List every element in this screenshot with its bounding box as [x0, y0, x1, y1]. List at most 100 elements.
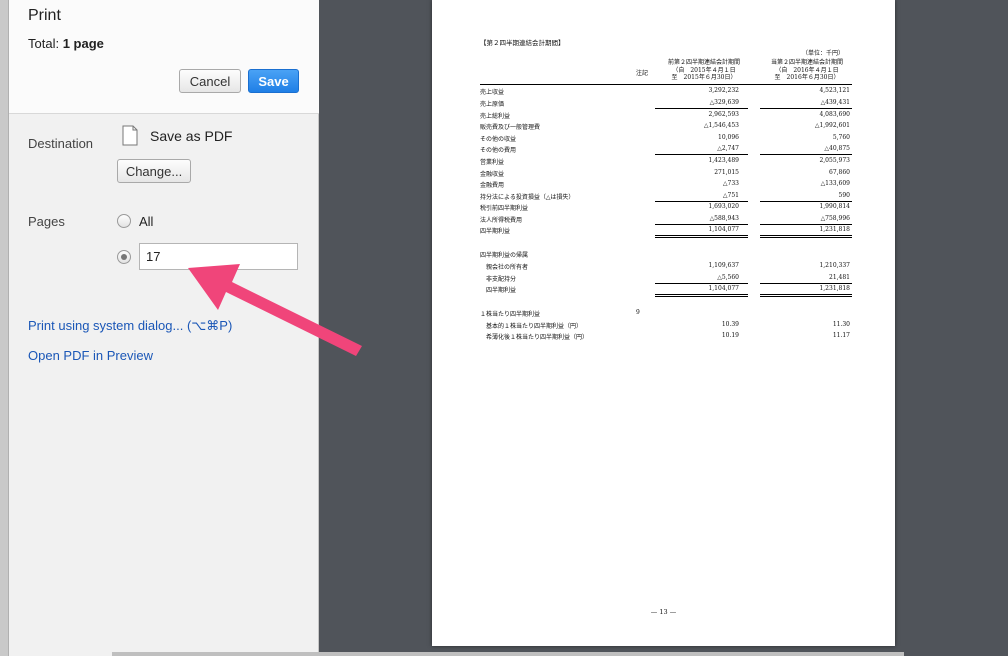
destination-name: Save as PDF [150, 128, 233, 144]
row-prior-value: △329,639 [709, 99, 739, 106]
destination-label: Destination [28, 136, 94, 151]
current-period-title: 当第２四半期連結会計期間 [770, 59, 843, 66]
row-label: 売上原価 [480, 101, 505, 108]
row-prior-value: 1,423,489 [708, 157, 739, 164]
row-prior-value: △588,943 [709, 215, 739, 222]
prior-period-title: 前第２四半期連結会計期間 [667, 59, 740, 66]
window-left-edge [0, 0, 9, 656]
row-label: １株当たり四半期利益 [480, 311, 541, 318]
row-prior-value: △751 [722, 192, 739, 199]
bottom-scrollbar[interactable] [112, 652, 904, 656]
row-label: 売上収益 [480, 89, 505, 96]
row-current-value: 11.17 [832, 332, 850, 339]
row-prior-value: 1,109,637 [708, 262, 739, 269]
total-double-rule [760, 293, 852, 297]
statement-row: 金融収益 271,015 67,860 [480, 167, 852, 179]
statement-row: その他の収益 10,096 5,760 [480, 132, 852, 144]
row-label: その他の収益 [480, 136, 517, 143]
total-prefix: Total: [28, 36, 63, 51]
print-sidebar: Print Total: 1 page Cancel Save Destinat… [9, 0, 319, 656]
row-label: 希薄化後１株当たり四半期利益（円） [480, 334, 589, 341]
prior-period-from: （自 2015年４月１日 [672, 66, 736, 74]
row-prior-value: 1,104,077 [708, 226, 739, 233]
statement-row: 売上総利益 2,962,593 4,083,690 [480, 109, 852, 121]
row-current-value: 1,990,814 [819, 203, 850, 210]
statement-row: 販売費及び一般管理費 △1,546,453 △1,992,601 [480, 120, 852, 132]
total-double-rule [655, 234, 748, 238]
row-label: 営業利益 [480, 159, 505, 166]
row-prior-value: △5,560 [717, 274, 739, 281]
statement-row: １株当たり四半期利益 9 [480, 307, 852, 319]
open-preview-link[interactable]: Open PDF in Preview [28, 348, 153, 363]
print-preview-page: 【第２四半期連結会計期間】 （単位：千円） 注記 前第２四半期連結会計期間 （自… [432, 0, 895, 646]
row-prior-value: 2,962,593 [708, 111, 739, 118]
page-number: — 13 — [650, 608, 677, 616]
total-double-rule [655, 293, 748, 297]
row-current-value: 1,210,337 [819, 262, 850, 269]
row-prior-value: 3,292,232 [708, 87, 739, 94]
total-double-rule [760, 234, 852, 238]
pages-all-label[interactable]: All [139, 214, 153, 229]
row-prior-value: 271,015 [714, 169, 739, 176]
unit-label: （単位：千円） [802, 50, 845, 57]
row-label: 法人所得税費用 [480, 217, 523, 224]
row-current-value: 2,055,973 [819, 157, 850, 164]
row-current-value: 11.30 [832, 321, 850, 328]
statement-row: 持分法による投資損益（△は損失） △751 590 [480, 190, 852, 202]
pages-all-radio[interactable] [117, 214, 131, 228]
statement-row: 非支配持分 △5,560 21,481 [480, 272, 852, 284]
prior-period-to: 至 2015年６月30日） [671, 74, 737, 81]
note-column-header: 注記 [636, 70, 649, 77]
row-label: 四半期利益の帰属 [480, 252, 529, 259]
cancel-button[interactable]: Cancel [179, 69, 241, 93]
row-current-value: 21,481 [829, 274, 850, 281]
statement-row: 税引前四半期利益 1,693,020 1,990,814 [480, 201, 852, 213]
row-label: 売上総利益 [480, 113, 511, 120]
prior-period-header: 前第２四半期連結会計期間 （自 2015年４月１日 至 2015年６月30日） [654, 59, 754, 82]
page-total: Total: 1 page [28, 36, 104, 51]
pages-label: Pages [28, 214, 65, 229]
row-current-value: △133,609 [820, 180, 850, 187]
row-label: 四半期利益 [480, 287, 517, 294]
save-button[interactable]: Save [248, 69, 299, 93]
row-label: 金融収益 [480, 171, 505, 178]
row-prior-value: 1,693,020 [708, 203, 739, 210]
row-current-value: 5,760 [832, 134, 850, 141]
row-current-value: 4,083,690 [819, 111, 850, 118]
pages-range-input[interactable] [139, 243, 298, 270]
statement-heading: 【第２四半期連結会計期間】 [480, 39, 565, 47]
current-period-from: （自 2016年４月１日 [775, 66, 839, 74]
row-current-value: △1,992,601 [814, 122, 850, 129]
statement-row: 基本的１株当たり四半期利益（円） 10.39 11.30 [480, 319, 852, 331]
system-dialog-link[interactable]: Print using system dialog... (⌥⌘P) [28, 318, 232, 334]
row-label: 親会社の所有者 [480, 264, 529, 271]
total-value: 1 page [62, 36, 104, 51]
row-current-value: △758,996 [820, 215, 850, 222]
row-label: 非支配持分 [480, 276, 517, 283]
statement-row: 四半期利益 1,104,077 1,231,818 [480, 283, 852, 297]
row-label: 販売費及び一般管理費 [480, 124, 541, 131]
statement-row: 売上原価 △329,639 △439,431 [480, 97, 852, 109]
row-label: 金融費用 [480, 182, 505, 189]
statement-row: 四半期利益の帰属 [480, 248, 852, 260]
statement-row: 売上収益 3,292,232 4,523,121 [480, 85, 852, 97]
statement-row: 希薄化後１株当たり四半期利益（円） 10.19 11.17 [480, 330, 852, 342]
pages-custom-radio[interactable] [117, 250, 131, 264]
statement-row: 営業利益 1,423,489 2,055,973 [480, 155, 852, 167]
change-destination-button[interactable]: Change... [117, 159, 191, 183]
row-prior-value: 10.39 [721, 321, 739, 328]
row-prior-value: 1,104,077 [708, 285, 739, 292]
row-label: 基本的１株当たり四半期利益（円） [480, 323, 583, 330]
print-title: Print [28, 7, 61, 24]
row-prior-value: △1,546,453 [703, 122, 739, 129]
row-current-value: △439,431 [820, 99, 850, 106]
row-label: 四半期利益 [480, 228, 511, 235]
row-prior-value: 10,096 [718, 134, 739, 141]
row-label: 税引前四半期利益 [480, 205, 529, 212]
row-label: その他の費用 [480, 147, 517, 154]
row-current-value: 590 [838, 192, 850, 199]
row-prior-value: △733 [722, 180, 739, 187]
row-prior-value: 10.19 [721, 332, 739, 339]
row-current-value: 67,860 [829, 169, 850, 176]
row-current-value: △40,875 [824, 145, 850, 152]
